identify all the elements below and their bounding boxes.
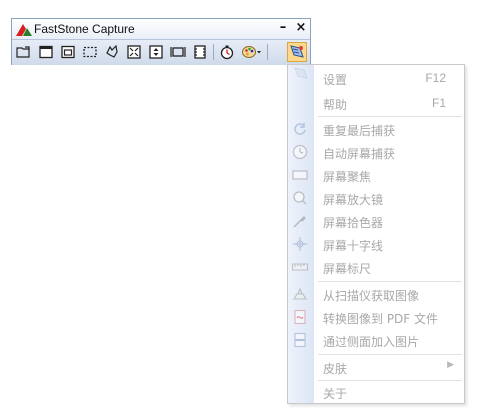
menu-separator (318, 354, 462, 355)
toolbar-separator (213, 44, 214, 60)
settings-dropdown-menu: 设置 F12 帮助 F1 重复最后捕获 自动屏幕捕获 屏幕聚焦 屏幕放大镜 屏幕… (287, 64, 465, 404)
open-file-button[interactable] (15, 43, 33, 61)
capture-object-icon (61, 45, 75, 59)
menu-item-label: 皮肤 (323, 362, 348, 376)
repeat-icon (294, 123, 306, 135)
menu-item-label: 重复最后捕获 (323, 124, 396, 138)
capture-fixed-region-button[interactable] (169, 43, 187, 61)
crosshair-icon (293, 237, 307, 251)
close-button[interactable]: × (294, 20, 308, 35)
color-picker-icon (293, 216, 306, 228)
capture-toolbar (12, 39, 310, 65)
capture-scrolling-button[interactable] (147, 43, 165, 61)
menu-separator (318, 281, 462, 282)
capture-fixed-region-icon (170, 47, 186, 57)
ruler-icon (292, 263, 308, 271)
capture-scrolling-icon (149, 45, 163, 59)
capture-fullscreen-button[interactable] (125, 43, 143, 61)
menu-item-shortcut: F12 (425, 71, 446, 85)
join-images-icon (294, 332, 306, 348)
color-palette-button[interactable] (240, 43, 264, 61)
delay-timer-button[interactable] (218, 43, 236, 61)
capture-rectangle-button[interactable] (81, 43, 99, 61)
menu-item-label: 设置 (323, 73, 348, 87)
menu-item-screen-focus[interactable]: 屏幕聚焦 (288, 164, 464, 186)
menu-item-settings[interactable]: 设置 F12 (288, 67, 464, 89)
menu-item-label: 从扫描仪获取图像 (323, 289, 420, 303)
menu-item-label: 通过侧面加入图片 (323, 335, 420, 349)
clock-icon (292, 144, 308, 160)
minimize-button[interactable]: – (276, 20, 290, 35)
menu-item-label: 屏幕标尺 (323, 262, 372, 276)
menu-item-convert-to-pdf[interactable]: 转换图像到 PDF 文件 (288, 306, 464, 328)
capture-window-button[interactable] (37, 43, 55, 61)
color-palette-icon (242, 46, 261, 58)
video-recorder-button[interactable] (191, 43, 209, 61)
menu-item-skin[interactable]: 皮肤 ▶ (288, 356, 464, 378)
capture-freehand-button[interactable] (103, 43, 121, 61)
menu-item-join-images[interactable]: 通过侧面加入图片 (288, 329, 464, 351)
menu-item-label: 转换图像到 PDF 文件 (323, 312, 439, 326)
submenu-arrow-icon: ▶ (447, 360, 454, 370)
capture-window-icon (39, 45, 53, 59)
menu-item-help[interactable]: 帮助 F1 (288, 92, 464, 114)
menu-item-auto-capture[interactable]: 自动屏幕捕获 (288, 141, 464, 163)
pdf-icon (294, 309, 306, 325)
focus-rectangle-icon (292, 170, 308, 180)
magnifier-icon (293, 191, 307, 205)
open-file-icon (16, 46, 30, 58)
menu-item-label: 屏幕十字线 (323, 239, 384, 253)
window-title: FastStone Capture (34, 22, 135, 36)
menu-item-crosshair[interactable]: 屏幕十字线 (288, 233, 464, 255)
capture-freehand-icon (106, 44, 118, 58)
menu-item-color-picker[interactable]: 屏幕拾色器 (288, 210, 464, 232)
menu-item-repeat-last-capture[interactable]: 重复最后捕获 (288, 118, 464, 140)
menu-item-label: 屏幕放大镜 (323, 193, 384, 207)
scanner-icon (293, 287, 307, 300)
menu-item-label: 屏幕聚焦 (323, 170, 372, 184)
menu-item-magnifier[interactable]: 屏幕放大镜 (288, 187, 464, 209)
faststone-toolbar-window: FastStone Capture – × (11, 18, 311, 65)
capture-rectangle-icon (83, 46, 97, 58)
menu-separator (318, 116, 462, 117)
settings-menu-icon (290, 45, 304, 58)
faststone-logo-icon (16, 24, 32, 36)
menu-item-label: 屏幕拾色器 (323, 216, 384, 230)
menu-item-ruler[interactable]: 屏幕标尺 (288, 256, 464, 278)
toolbar-separator (267, 44, 268, 60)
menu-item-about[interactable]: 关于 (288, 381, 464, 403)
menu-item-label: 帮助 (323, 98, 348, 112)
menu-item-acquire-from-scanner[interactable]: 从扫描仪获取图像 (288, 283, 464, 305)
video-recorder-icon (194, 45, 206, 59)
menu-item-label: 关于 (323, 387, 348, 401)
menu-item-shortcut: F1 (431, 96, 446, 110)
settings-menu-button[interactable] (287, 42, 307, 62)
menu-item-label: 自动屏幕捕获 (323, 147, 396, 161)
capture-object-button[interactable] (59, 43, 77, 61)
title-bar[interactable]: FastStone Capture – × (12, 19, 310, 39)
capture-fullscreen-icon (127, 45, 141, 59)
delay-timer-icon (220, 45, 234, 60)
